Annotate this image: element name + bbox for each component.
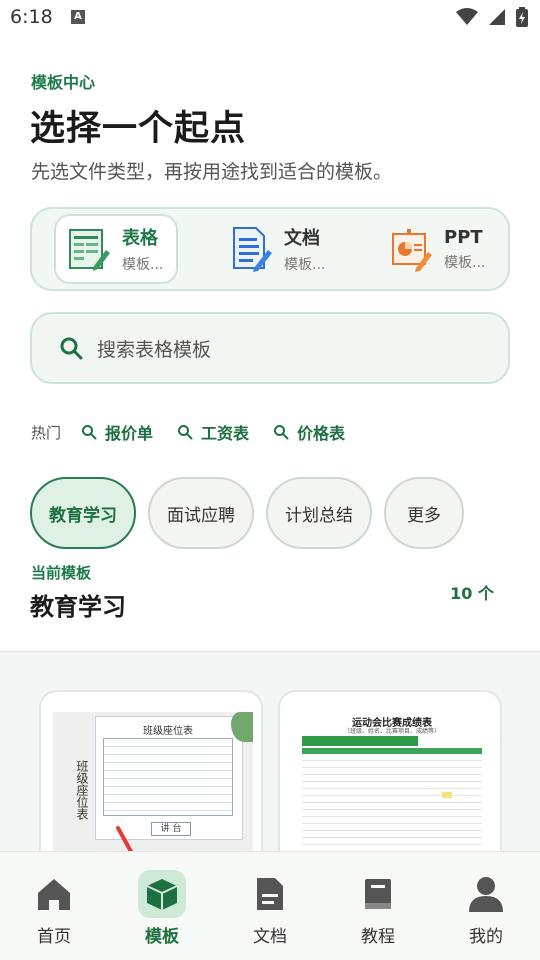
file-type-name: 文档 (284, 228, 320, 249)
page-title: 选择一个起点 (30, 109, 247, 149)
template-card-sports[interactable]: 运动会比赛成绩表 （班级、姓名、比赛项目、成绩等） (278, 690, 502, 856)
wifi-icon (456, 8, 478, 25)
hot-link-label: 报价单 (105, 424, 154, 443)
nav-label: 模板 (145, 927, 179, 947)
signal-icon (489, 9, 505, 25)
spreadsheet-icon (69, 229, 110, 271)
hot-link-quote[interactable]: 报价单 (81, 420, 153, 444)
nav-icon-wrap (138, 870, 186, 918)
search-input[interactable]: 搜索表格模板 (30, 312, 510, 384)
file-type-ppt[interactable]: PPT 模板... (378, 214, 502, 284)
nav-profile[interactable]: 我的 (432, 852, 540, 960)
nav-home[interactable]: 首页 (0, 852, 108, 960)
category-chips: 教育学习 面试应聘 计划总结 更多 (30, 477, 476, 549)
nav-tutorials[interactable]: 教程 (324, 852, 432, 960)
nav-label: 首页 (37, 927, 71, 947)
section-title: 教育学习 (30, 593, 126, 621)
nav-icon-wrap (354, 870, 402, 918)
nav-documents[interactable]: 文档 (216, 852, 324, 960)
bottom-nav: 首页 模板 文档 教程 我的 (0, 851, 540, 960)
page-eyebrow: 模板中心 (31, 73, 96, 92)
nav-label: 教程 (361, 927, 395, 947)
book-icon (365, 879, 391, 909)
sports-subtitle: （班级、姓名、比赛项目、成绩等） (343, 728, 440, 735)
battery-icon (516, 7, 528, 27)
chip-interview[interactable]: 面试应聘 (148, 477, 254, 549)
hot-link-label: 价格表 (297, 424, 346, 443)
search-placeholder: 搜索表格模板 (97, 338, 212, 361)
notification-icon: A (71, 10, 85, 24)
page-subtitle: 先选文件类型，再按用途找到适合的模板。 (31, 161, 393, 183)
file-type-name: 表格 (122, 228, 158, 249)
status-bar: 6:18 A (0, 0, 540, 38)
search-icon (60, 337, 83, 360)
hot-label: 热门 (31, 423, 62, 442)
nav-label: 文档 (253, 927, 287, 947)
nav-templates[interactable]: 模板 (108, 852, 216, 960)
search-icon (82, 425, 97, 440)
profile-icon (469, 877, 503, 912)
file-type-spreadsheet[interactable]: 表格 模板... (54, 214, 178, 284)
file-type-sub: 模板... (122, 257, 164, 273)
nav-icon-wrap (30, 870, 78, 918)
template-box-icon (146, 879, 178, 910)
seating-header: 班级座位表 (143, 726, 193, 737)
hot-searches: 热门 报价单 工资表 价格表 (31, 420, 369, 444)
template-gallery: 班级座位表 班级座位表 讲 台 运动会比赛成绩表 （班级、姓名、比赛项目、成绩等… (0, 651, 540, 856)
document-icon (233, 227, 272, 272)
file-type-document[interactable]: 文档 模板... (218, 214, 342, 284)
nav-icon-wrap (462, 870, 510, 918)
section-eyebrow: 当前模板 (31, 564, 92, 582)
nav-icon-wrap (246, 870, 294, 918)
status-time: 6:18 (10, 6, 53, 28)
chip-more[interactable]: 更多 (384, 477, 464, 549)
status-icons (456, 7, 528, 27)
template-thumbnail: 运动会比赛成绩表 （班级、姓名、比赛项目、成绩等） (292, 712, 492, 852)
document-icon (257, 878, 283, 910)
hot-link-price[interactable]: 价格表 (273, 420, 345, 444)
file-type-selector: 表格 模板... 文档 模板... PPT 模板... (30, 207, 510, 291)
file-type-sub: 模板... (284, 257, 326, 273)
nav-label: 我的 (469, 927, 503, 947)
seating-side-label: 班级座位表 (75, 760, 89, 820)
chip-plan-summary[interactable]: 计划总结 (266, 477, 372, 549)
search-icon (274, 425, 289, 440)
search-icon (178, 425, 193, 440)
hot-link-salary[interactable]: 工资表 (177, 420, 249, 444)
home-icon (38, 879, 70, 910)
file-type-name: PPT (444, 226, 483, 248)
template-count: 10 个 (450, 584, 494, 603)
chip-education[interactable]: 教育学习 (30, 477, 136, 549)
hot-link-label: 工资表 (201, 424, 250, 443)
presentation-icon (392, 229, 432, 272)
file-type-sub: 模板... (444, 254, 486, 271)
